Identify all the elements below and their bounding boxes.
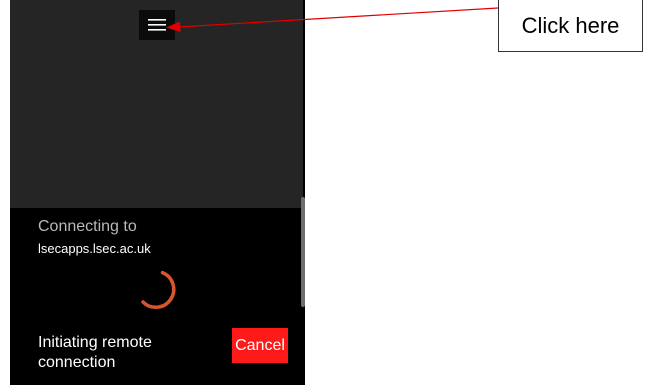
callout-arrow bbox=[166, 7, 499, 32]
click-here-callout: Click here bbox=[498, 0, 643, 52]
